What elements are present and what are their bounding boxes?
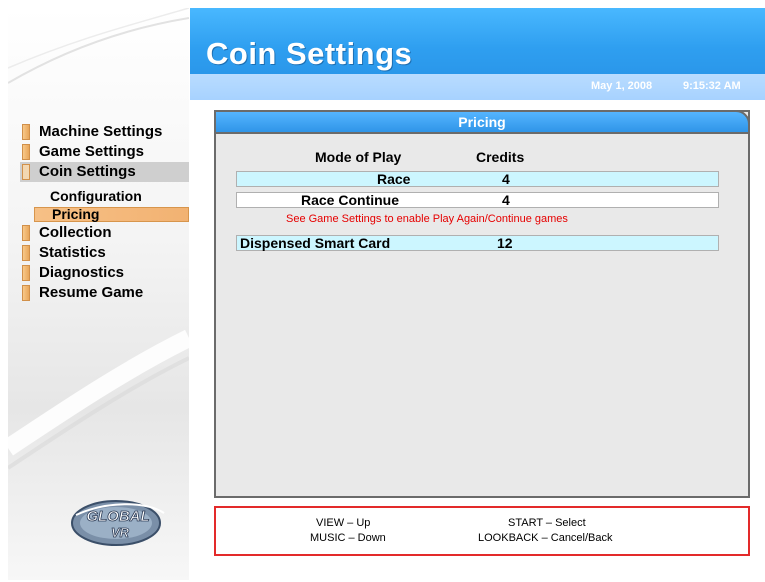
menu-item-statistics[interactable]: Statistics (20, 243, 189, 263)
menu-item-label: Collection (39, 224, 112, 241)
legend-lookback-cancel: LOOKBACK – Cancel/Back (478, 532, 613, 544)
menu-tab-icon (22, 164, 30, 180)
menu-item-label: Machine Settings (39, 123, 163, 140)
pricing-row-race[interactable]: Race 4 (236, 171, 719, 187)
menu-tab-icon (22, 124, 30, 140)
legend-view-up: VIEW – Up (316, 517, 371, 529)
menu-item-label: Diagnostics (39, 264, 125, 281)
settings-menu: Machine Settings Game Settings Coin Sett… (20, 122, 189, 303)
menu-item-label: Game Settings (39, 143, 145, 160)
menu-item-machine-settings[interactable]: Machine Settings (20, 122, 189, 142)
time-text: 9:15:32 AM (683, 80, 741, 92)
menu-item-diagnostics[interactable]: Diagnostics (20, 263, 189, 283)
menu-item-resume-game[interactable]: Resume Game (20, 283, 189, 303)
menu-item-label: Coin Settings (39, 163, 136, 180)
page-title: Coin Settings (206, 36, 413, 71)
pricing-panel (214, 110, 750, 498)
legend-music-down: MUSIC – Down (310, 532, 386, 544)
screen-frame: Machine Settings Game Settings Coin Sett… (0, 0, 765, 582)
submenu-item-configuration[interactable]: Configuration (20, 188, 189, 205)
row-value: 4 (502, 192, 510, 208)
menu-item-label: Resume Game (39, 284, 144, 301)
date-text: May 1, 2008 (591, 80, 653, 92)
menu-item-coin-settings[interactable]: Coin Settings (20, 162, 189, 182)
menu-tab-icon (22, 144, 30, 160)
submenu-item-label: Configuration (50, 188, 142, 204)
submenu-item-pricing[interactable]: Pricing (20, 205, 189, 222)
pricing-row-dispensed-smart-card[interactable]: Dispensed Smart Card 12 (236, 235, 719, 251)
info-note: See Game Settings to enable Play Again/C… (286, 213, 568, 225)
menu-tab-icon (22, 245, 30, 261)
menu-item-collection[interactable]: Collection (20, 223, 189, 243)
date-bar (190, 74, 765, 100)
submenu-item-label: Pricing (52, 206, 100, 222)
legend-start-select: START – Select (508, 517, 586, 529)
column-header-mode: Mode of Play (315, 149, 402, 165)
svg-text:VR: VR (111, 525, 130, 540)
row-value: 4 (502, 171, 510, 187)
pricing-row-race-continue[interactable]: Race Continue 4 (236, 192, 719, 208)
row-label: Dispensed Smart Card (240, 235, 391, 251)
global-vr-logo: GLOBAL VR (71, 500, 165, 546)
row-value: 12 (497, 235, 513, 251)
menu-tab-icon (22, 265, 30, 281)
menu-tab-icon (22, 285, 30, 301)
column-header-credits: Credits (476, 149, 525, 165)
menu-item-label: Statistics (39, 244, 106, 261)
row-label: Race Continue (301, 192, 400, 208)
panel-title: Pricing (214, 110, 750, 134)
row-label: Race (377, 171, 411, 187)
sidebar: Machine Settings Game Settings Coin Sett… (8, 8, 189, 580)
menu-item-game-settings[interactable]: Game Settings (20, 142, 189, 162)
menu-tab-icon (22, 225, 30, 241)
controls-legend: VIEW – Up MUSIC – Down START – Select LO… (214, 506, 750, 556)
svg-text:GLOBAL: GLOBAL (86, 508, 149, 525)
